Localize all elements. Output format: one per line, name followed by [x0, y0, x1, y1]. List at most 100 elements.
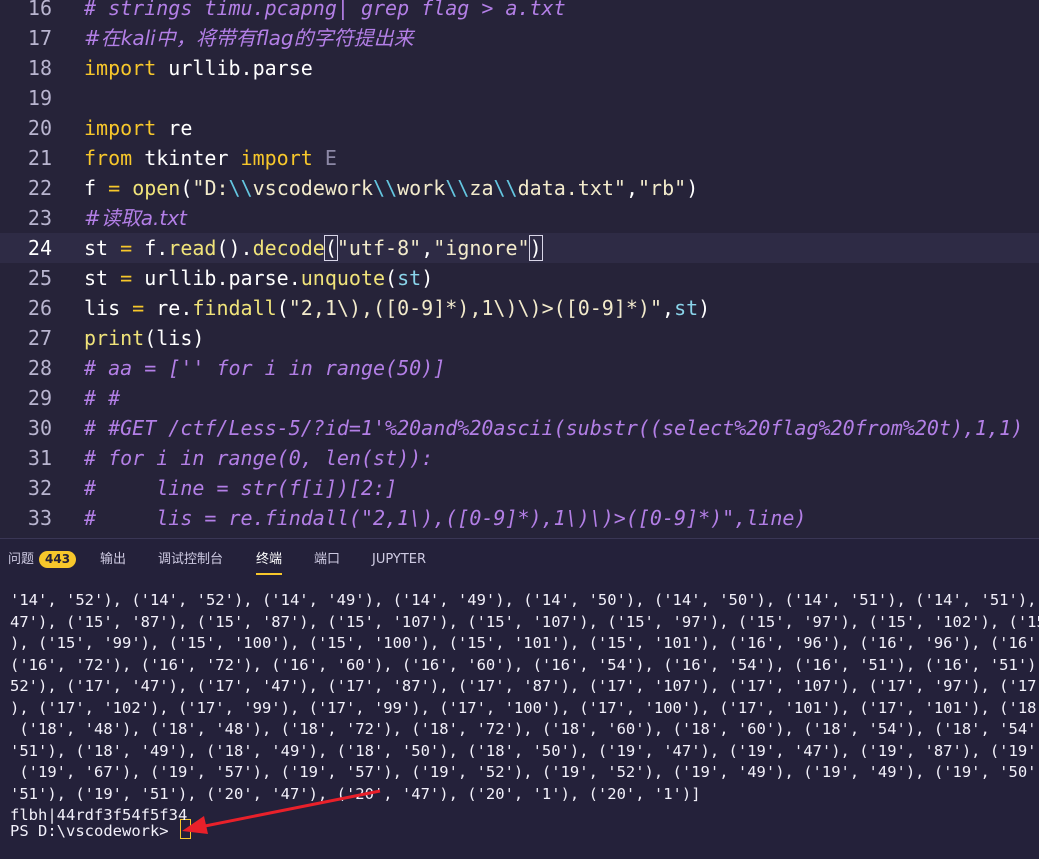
code-token: ( [180, 176, 193, 200]
code-line[interactable]: 24 st = f.read().decode("utf-8","ignore") [0, 233, 1039, 263]
code-text: # #GET /ctf/Less-5/?id=1'%20and%20ascii(… [84, 413, 1023, 443]
line-number: 27 [27, 326, 52, 350]
code-token: urllib.parse. [132, 266, 301, 290]
tab-ports[interactable]: 端口 [314, 551, 340, 573]
code-text: import urllib.parse [84, 53, 313, 83]
code-token: , [625, 176, 639, 200]
code-line[interactable]: 25 st = urllib.parse.unquote(st) [0, 263, 1039, 293]
code-text: #读取a.txt [84, 203, 187, 233]
code-token: \\ [373, 176, 398, 200]
code-token: # #GET /ctf/Less-5/?id=1'%20and%20ascii(… [84, 416, 1024, 440]
code-token: # aa = ['' for i in range(50)] [84, 356, 446, 380]
line-number: 30 [27, 416, 52, 440]
terminal-output-line: ('18', '48'), ('18', '48'), ('18', '72')… [10, 720, 1039, 738]
tab-terminal[interactable]: 终端 [256, 551, 283, 575]
code-token: E [312, 146, 337, 170]
code-text: #在kali中，将带有flag的字符提出来 [84, 23, 414, 53]
code-token: # # [84, 386, 121, 410]
code-line[interactable]: 19 [0, 83, 1039, 113]
code-text: lis = re.findall("2,1\),([0-9]*),1\)\)>(… [84, 293, 710, 323]
code-token: open [132, 176, 181, 200]
code-token: urllib.parse [156, 56, 313, 80]
code-token: = [132, 296, 145, 320]
code-line[interactable]: 20 import re [0, 113, 1039, 143]
terminal-output-line: flbh|44rdf3f54f5f34 [10, 806, 188, 824]
code-token: lis [84, 296, 133, 320]
code-line[interactable]: 28 # aa = ['' for i in range(50)] [0, 353, 1039, 383]
problems-count-badge: 443 [39, 551, 77, 568]
code-line[interactable]: 21 from tkinter import E [0, 143, 1039, 173]
tab-output-label: 输出 [100, 552, 127, 567]
panel-tab-bar: 问题 443 输出 调试控制台 终端 端口 JUPYTER [0, 538, 1039, 583]
code-token: # lis = re.findall("2,1\),([0-9]*),1\)\)… [84, 506, 807, 530]
line-number: 31 [27, 446, 52, 470]
code-text: print(lis) [84, 323, 204, 353]
code-text: # strings timu.pcapng| grep flag > a.txt [84, 0, 566, 23]
terminal-output-line: ), ('15', '99'), ('15', '100'), ('15', '… [10, 634, 1039, 652]
terminal-output-line: ), ('17', '102'), ('17', '99'), ('17', '… [10, 698, 1039, 717]
terminal-panel[interactable]: PS D:\vscodework> '14', '52'), ('14', '5… [0, 582, 1039, 859]
tab-jupyter[interactable]: JUPYTER [372, 551, 426, 573]
line-number: 19 [27, 86, 52, 110]
code-token: ( [276, 296, 289, 320]
code-token: # line = str(f[i])[2:] [84, 476, 398, 500]
code-line[interactable]: 31 # for i in range(0, len(st)): [0, 443, 1039, 473]
code-token: data.txt" [517, 176, 626, 200]
code-text: # line = str(f[i])[2:] [84, 473, 397, 503]
tab-problems-label: 问题 [8, 552, 35, 567]
terminal-output-line: '51'), ('19', '51'), ('20', '47'), ('20'… [10, 784, 701, 803]
code-token: f. [132, 236, 169, 260]
line-number: 29 [27, 386, 52, 410]
code-token: print [84, 326, 145, 350]
terminal-output-line: 52'), ('17', '47'), ('17', '47'), ('17',… [10, 677, 1039, 695]
code-token: \\ [493, 176, 518, 200]
code-text: st = f.read().decode("utf-8","ignore") [84, 233, 543, 263]
code-token: (). [216, 236, 253, 260]
code-token: #在kali中，将带有flag的字符提出来 [84, 26, 414, 50]
line-number: 21 [27, 146, 52, 170]
code-token: , [421, 236, 434, 260]
code-line[interactable]: 29 # # [0, 383, 1039, 413]
code-token: \\ [445, 176, 470, 200]
code-token: re [156, 116, 193, 140]
code-line[interactable]: 33 # lis = re.findall("2,1\),([0-9]*),1\)… [0, 503, 1039, 533]
code-line[interactable]: 17 #在kali中，将带有flag的字符提出来 [0, 23, 1039, 53]
line-number: 25 [27, 266, 52, 290]
code-token: #读取a.txt [84, 206, 187, 230]
code-line[interactable]: 18 import urllib.parse [0, 53, 1039, 83]
code-token: decode [252, 236, 325, 260]
code-token: , [662, 296, 675, 320]
code-line[interactable]: 22 f = open("D:\\vscodework\\work\\za\\da… [0, 173, 1039, 203]
code-line[interactable]: 27 print(lis) [0, 323, 1039, 353]
tab-problems[interactable]: 问题 443 [8, 551, 77, 573]
code-text: # for i in range(0, len(st)): [84, 443, 433, 473]
code-token: ( [323, 235, 338, 261]
terminal-output-line: '51'), ('18', '49'), ('18', '49'), ('18'… [10, 741, 1039, 760]
code-token: "utf-8" [336, 236, 422, 260]
code-token: tkinter [132, 146, 241, 170]
code-token: ) [686, 176, 699, 200]
line-number: 28 [27, 356, 52, 380]
code-line[interactable]: 26 lis = re.findall("2,1\),([0-9]*),1\)\)… [0, 293, 1039, 323]
line-number: 16 [27, 0, 52, 20]
code-text: st = urllib.parse.unquote(st) [84, 263, 433, 293]
code-line[interactable]: 32 # line = str(f[i])[2:] [0, 473, 1039, 503]
terminal-output-line: ('16', '72'), ('16', '72'), ('16', '60')… [10, 655, 1039, 674]
code-token: f [84, 176, 109, 200]
code-token: ) [528, 235, 543, 261]
code-line[interactable]: 30 # #GET /ctf/Less-5/?id=1'%20and%20asci… [0, 413, 1039, 443]
code-token: import [84, 56, 157, 80]
code-token: = [108, 176, 121, 200]
code-line[interactable]: 23 #读取a.txt [0, 203, 1039, 233]
code-token: st [84, 236, 121, 260]
line-number: 17 [27, 26, 52, 50]
code-line[interactable]: 16 # strings timu.pcapng| grep flag > a.t… [0, 0, 1039, 23]
code-token: "D: [192, 176, 229, 200]
line-number: 33 [27, 506, 52, 530]
code-editor[interactable]: 16 # strings timu.pcapng| grep flag > a.t… [0, 0, 1039, 538]
code-token: st [84, 266, 121, 290]
tab-output[interactable]: 输出 [100, 551, 126, 573]
code-token: findall [192, 296, 277, 320]
code-token: unquote [300, 266, 386, 290]
tab-debug-console[interactable]: 调试控制台 [158, 551, 223, 573]
